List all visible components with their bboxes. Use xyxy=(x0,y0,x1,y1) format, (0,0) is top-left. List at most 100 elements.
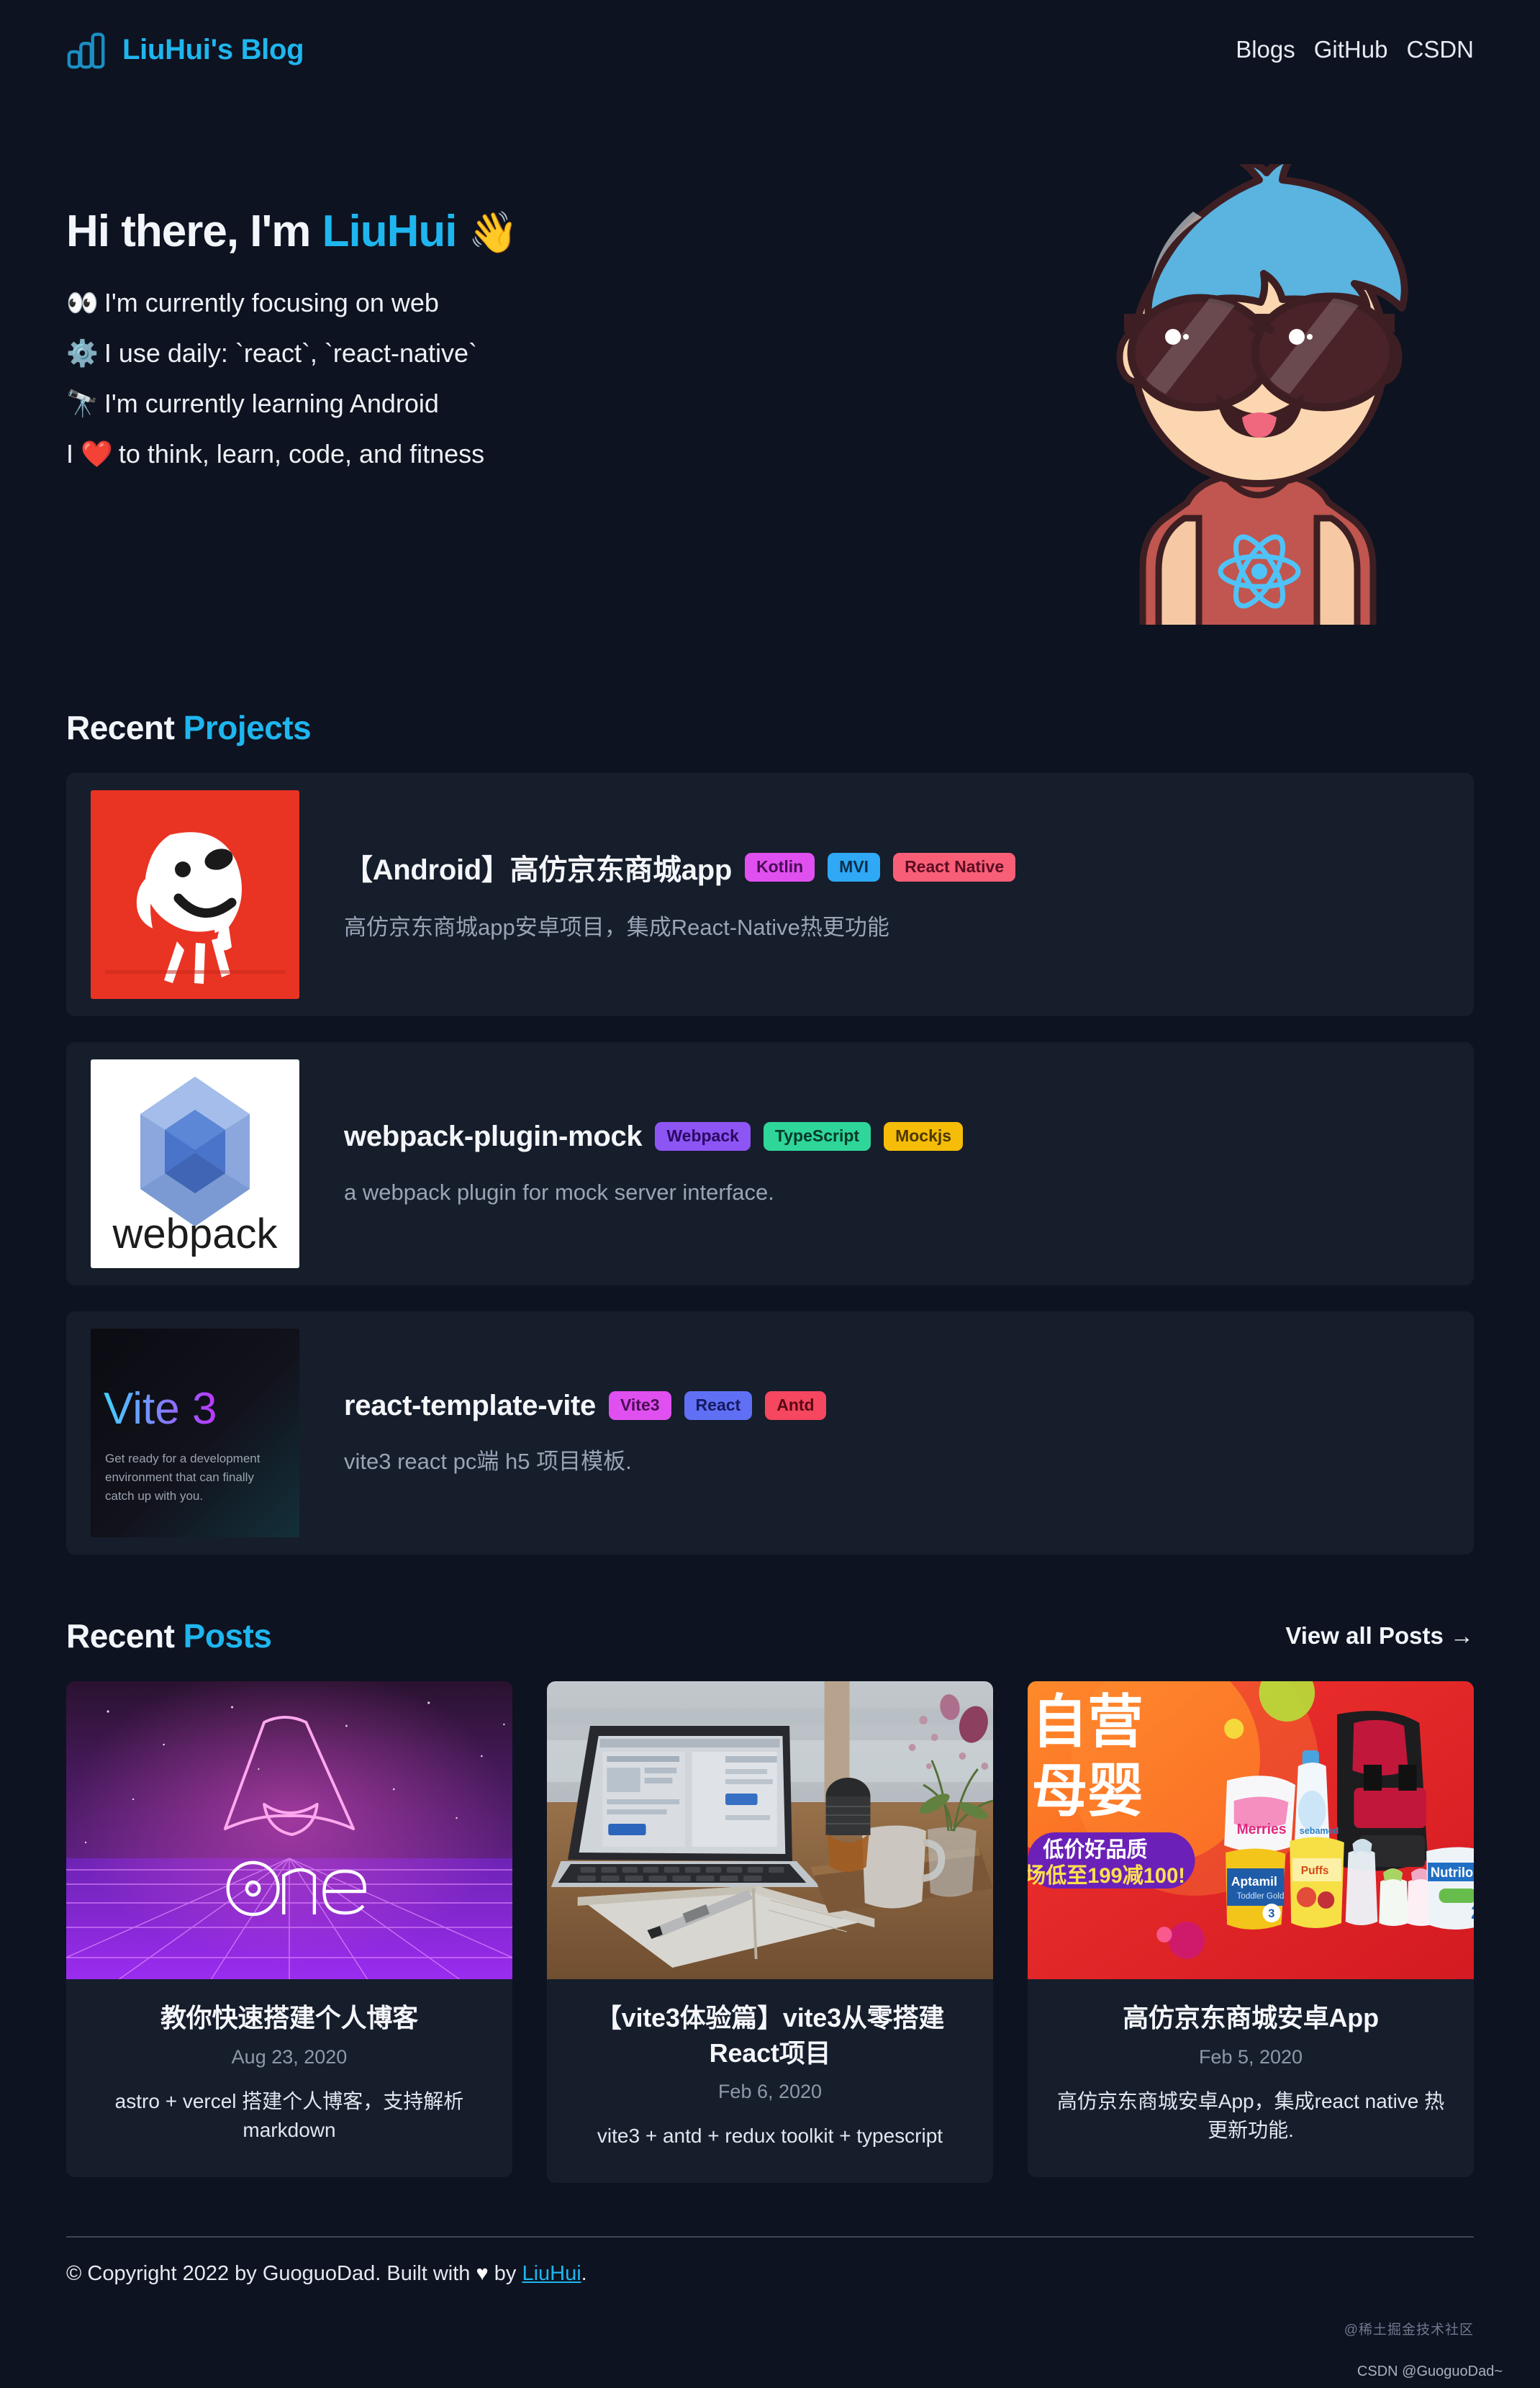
astro-one-neon-grid xyxy=(66,1681,512,1980)
posts-heading-accent: Posts xyxy=(183,1617,272,1655)
post-excerpt: 高仿京东商城安卓App，集成react native 热更新功能. xyxy=(1056,2089,1445,2142)
posts-heading-plain: Recent xyxy=(66,1617,184,1655)
project-description: 高仿京东商城app安卓项目，集成React-Native热更功能 xyxy=(344,915,889,941)
project-tag[interactable]: Mockjs xyxy=(884,1122,964,1151)
project-tag[interactable]: React xyxy=(684,1391,753,1420)
hero-line-learning-text: I'm currently learning Android xyxy=(104,389,439,418)
project-tag[interactable]: Webpack xyxy=(655,1122,751,1151)
svg-text:webpack: webpack xyxy=(112,1211,278,1257)
footer-author-link[interactable]: LiuHui xyxy=(522,2262,581,2285)
hero-line-daily: ⚙️ I use daily: `react`, `react-native` xyxy=(66,340,517,366)
hero-line-focus: 👀 I'm currently focusing on web xyxy=(66,290,517,316)
hero-line-love-text: to think, learn, code, and fitness xyxy=(118,439,485,469)
vite3-banner: Vite 3 Get ready for a development envir… xyxy=(91,1329,299,1537)
site-footer: © Copyright 2022 by GuoguoDad. Built wit… xyxy=(66,2238,1474,2315)
svg-text:Toddler Gold: Toddler Gold xyxy=(1237,1891,1285,1901)
telescope-emoji: 🔭 xyxy=(66,389,99,418)
view-all-posts-link[interactable]: View all Posts → xyxy=(1285,1622,1474,1650)
posts-grid: 教你快速搭建个人博客 Aug 23, 2020 astro + vercel 搭… xyxy=(66,1681,1474,2183)
brand-logo-link[interactable]: LiuHui's Blog xyxy=(66,29,304,71)
project-title: 【Android】高仿京东商城app xyxy=(344,854,733,887)
svg-text:Nutrilon: Nutrilon xyxy=(1431,1865,1474,1880)
project-tag[interactable]: Antd xyxy=(765,1391,826,1420)
copyright-suffix: . xyxy=(581,2261,587,2285)
posts-section-header: Recent Posts View all Posts → xyxy=(66,1616,1474,1655)
projects-section-header: Recent Projects xyxy=(66,708,1474,747)
svg-text:Vite 3: Vite 3 xyxy=(104,1384,217,1434)
project-title-row: react-template-vite Vite3 React Antd xyxy=(344,1390,1442,1422)
desk-laptop-notebook-coffee-photo xyxy=(547,1681,993,1979)
svg-text:Puffs: Puffs xyxy=(1301,1865,1329,1877)
svg-text:Get ready for a development: Get ready for a development xyxy=(105,1452,261,1465)
project-body: react-template-vite Vite3 React Antd vit… xyxy=(344,1390,1449,1477)
svg-text:场低至199减100!: 场低至199减100! xyxy=(1028,1864,1185,1889)
hero-line-daily-text: I use daily: `react`, `react-native` xyxy=(104,338,477,368)
post-date: Feb 6, 2020 xyxy=(717,2081,823,2103)
jd-joy-dog-logo xyxy=(91,790,299,999)
svg-text:Merries: Merries xyxy=(1237,1822,1287,1837)
hero-line-love: I ❤️ to think, learn, code, and fitness xyxy=(66,441,517,467)
post-card-astro-blog[interactable]: 教你快速搭建个人博客 Aug 23, 2020 astro + vercel 搭… xyxy=(66,1681,512,2177)
copyright-text: © Copyright 2022 by GuoguoDad. Built wit… xyxy=(66,2262,587,2286)
svg-text:低价好品质: 低价好品质 xyxy=(1042,1838,1147,1863)
heart-emoji: ❤️ xyxy=(81,439,113,469)
post-meta: 教你快速搭建个人博客 Aug 23, 2020 astro + vercel 搭… xyxy=(66,1979,512,2177)
heart-icon: ♥ xyxy=(476,2261,489,2285)
projects-heading: Recent Projects xyxy=(66,708,312,747)
svg-text:3: 3 xyxy=(1268,1907,1274,1920)
hero-text-block: Hi there, I'm LiuHui 👋 👀 I'm currently fo… xyxy=(66,164,518,492)
post-meta: 高仿京东商城安卓App Feb 5, 2020 高仿京东商城安卓App，集成re… xyxy=(1028,1979,1474,2177)
brand-name: LiuHui's Blog xyxy=(122,33,304,65)
post-date: Aug 23, 2020 xyxy=(231,2045,348,2068)
copyright-prefix: © Copyright 2022 by GuoguoDad. Built wit… xyxy=(66,2261,476,2285)
hero-section: Hi there, I'm LiuHui 👋 👀 I'm currently fo… xyxy=(66,86,1474,657)
gear-emoji: ⚙️ xyxy=(66,338,99,368)
project-card-android-jd[interactable]: 【Android】高仿京东商城app Kotlin MVI React Nati… xyxy=(66,773,1474,1016)
post-excerpt: astro + vercel 搭建个人博客，支持解析 markdown xyxy=(114,2089,464,2142)
projects-heading-plain: Recent xyxy=(66,709,184,746)
svg-text:母婴: 母婴 xyxy=(1032,1759,1143,1823)
post-card-vite3-react[interactable]: 【vite3体验篇】vite3从零搭建React项目 Feb 6, 2020 v… xyxy=(547,1681,993,2183)
project-title: react-template-vite xyxy=(344,1389,596,1421)
post-title: 高仿京东商城安卓App xyxy=(1123,2003,1379,2032)
webpack-logo: webpack xyxy=(91,1059,299,1268)
project-description: vite3 react pc端 h5 项目模板. xyxy=(344,1448,632,1474)
watermark-juejin: @稀土掘金技术社区 xyxy=(1344,2323,1474,2338)
svg-text:sebamed: sebamed xyxy=(1300,1825,1339,1836)
project-body: webpack-plugin-mock Webpack TypeScript M… xyxy=(344,1121,1449,1208)
svg-text:Aptamil: Aptamil xyxy=(1231,1874,1277,1889)
svg-text:environment that can finally: environment that can finally xyxy=(105,1470,254,1484)
site-header: LiuHui's Blog Blogs GitHub CSDN xyxy=(66,0,1474,86)
post-excerpt: vite3 + antd + redux toolkit + typescrip… xyxy=(597,2125,943,2148)
copyright-mid: by xyxy=(488,2261,522,2285)
main-navigation: Blogs GitHub CSDN xyxy=(1236,36,1474,63)
project-tag[interactable]: React Native xyxy=(893,853,1016,882)
bar-chart-icon xyxy=(66,29,108,71)
page-title: Hi there, I'm LiuHui 👋 xyxy=(66,206,518,257)
hero-line-learning: 🔭 I'm currently learning Android xyxy=(66,391,517,417)
project-tag[interactable]: Vite3 xyxy=(608,1391,671,1420)
eyes-emoji: 👀 xyxy=(66,288,99,317)
project-description: a webpack plugin for mock server interfa… xyxy=(344,1179,774,1205)
project-title-row: 【Android】高仿京东商城app Kotlin MVI React Nati… xyxy=(344,846,1442,888)
project-card-webpack-plugin-mock[interactable]: webpack webpack-plugin-mock Webpack Type… xyxy=(66,1042,1474,1285)
projects-heading-accent: Projects xyxy=(183,709,312,746)
project-tag[interactable]: TypeScript xyxy=(763,1122,871,1151)
hero-name: LiuHui xyxy=(322,207,458,256)
jd-mother-baby-promo-banner: 自营 母婴 低价好品质 场低至199减100! Merries sebamed … xyxy=(1028,1681,1474,1979)
project-tag[interactable]: Kotlin xyxy=(745,853,815,882)
svg-text:2: 2 xyxy=(1471,1903,1474,1923)
project-title: webpack-plugin-mock xyxy=(344,1120,643,1152)
posts-heading: Recent Posts xyxy=(66,1616,272,1655)
watermark-csdn: CSDN @GuoguoDad~ xyxy=(1356,2364,1503,2379)
post-date: Feb 5, 2020 xyxy=(1198,2045,1303,2068)
hero-line-love-prefix: I xyxy=(66,439,81,469)
project-card-react-template-vite[interactable]: Vite 3 Get ready for a development envir… xyxy=(66,1311,1474,1555)
post-card-jd-android-app[interactable]: 自营 母婴 低价好品质 场低至199减100! Merries sebamed … xyxy=(1028,1681,1474,2177)
nav-link-github[interactable]: GitHub xyxy=(1314,36,1388,63)
hero-line-focus-text: I'm currently focusing on web xyxy=(104,288,439,317)
nav-link-csdn[interactable]: CSDN xyxy=(1406,36,1474,63)
svg-text:自营: 自营 xyxy=(1032,1690,1143,1754)
project-tag[interactable]: MVI xyxy=(828,853,881,882)
nav-link-blogs[interactable]: Blogs xyxy=(1236,36,1295,63)
